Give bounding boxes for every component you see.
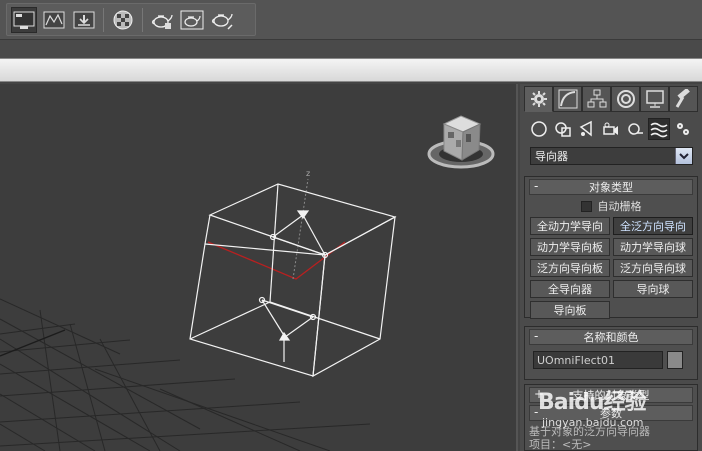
render-frame-button[interactable]: [179, 7, 205, 33]
supported-types-header[interactable]: + 支持的对象类型: [529, 387, 693, 403]
render-setup-icon: [13, 11, 35, 29]
z-axis-label: z: [306, 169, 310, 178]
render-to-file-button[interactable]: [71, 7, 97, 33]
viewcube[interactable]: [427, 115, 495, 169]
cameras-button[interactable]: [600, 118, 622, 140]
sdynaflect-button[interactable]: 动力学导向板: [530, 238, 610, 256]
collapse-toggle[interactable]: -: [534, 405, 538, 419]
light-icon: [579, 120, 592, 137]
category-dropdown-value: 导向器: [535, 150, 568, 163]
checker-sphere-icon: [113, 10, 133, 29]
command-panel-tabs: [524, 86, 698, 112]
somniflect-button[interactable]: 泛方向导向板: [530, 259, 610, 277]
supported-line-2: 项目：<无>: [529, 438, 592, 451]
supported-object-list: 基于对象的泛方向导向器 项目：<无>: [525, 423, 697, 451]
tab-modify[interactable]: [553, 86, 582, 112]
udynaflect-sphere-button[interactable]: 动力学导向球: [613, 238, 693, 256]
sdeflector-button[interactable]: 导向球: [613, 280, 693, 298]
grid-axis-line: [0, 329, 66, 357]
teapot-icon: [151, 14, 173, 29]
geometry-button[interactable]: [528, 118, 550, 140]
space-warps-button[interactable]: [648, 118, 670, 140]
active-shade-button[interactable]: [209, 7, 235, 33]
space-warp-waves-icon: [650, 122, 668, 138]
systems-gears-icon: [677, 123, 689, 135]
object-color-swatch[interactable]: [667, 351, 683, 369]
pomniflect-button[interactable]: 全泛方向导向: [613, 217, 693, 235]
auto-grid-label: 自动栅格: [597, 200, 642, 213]
render-setup-button[interactable]: [11, 6, 37, 33]
rendered-frame-button[interactable]: [41, 7, 67, 33]
name-row: UOmniFlect01: [525, 347, 697, 373]
download-frame-icon: [73, 11, 95, 28]
collapse-toggle[interactable]: -: [534, 179, 538, 193]
lights-button[interactable]: [576, 118, 598, 140]
teapot-shade-icon: [211, 13, 233, 30]
toolbar-separator: [103, 7, 104, 32]
systems-button[interactable]: [672, 118, 694, 140]
perspective-viewport[interactable]: z: [0, 84, 518, 451]
tab-create[interactable]: [524, 86, 553, 112]
tape-helper-icon: [628, 123, 643, 135]
command-panel: 导向器 - 对象类型 自动栅格 全动力学导向 全泛方向导向 动力学导向板 动力学…: [520, 84, 702, 451]
create-category-icons: [528, 118, 700, 140]
helpers-button[interactable]: [624, 118, 646, 140]
ribbon-area: [0, 40, 702, 58]
supported-line-1: 基于对象的泛方向导向器: [529, 425, 650, 438]
teapot-frame-icon: [180, 10, 204, 29]
shapes-button[interactable]: [552, 118, 574, 140]
create-gear-icon: [530, 91, 547, 107]
modify-curve-icon: [558, 89, 577, 109]
pdynaflect-button[interactable]: 全动力学导向: [530, 217, 610, 235]
object-type-rollout: - 对象类型 自动栅格 全动力学导向 全泛方向导向 动力学导向板 动力学导向球 …: [524, 176, 698, 319]
viewport-label-bar: [0, 58, 702, 82]
main-toolbar: [0, 0, 702, 40]
object-type-header[interactable]: - 对象类型: [529, 179, 693, 195]
render-toolbar-group: [6, 3, 256, 36]
camera-icon: [603, 122, 618, 135]
hammer-icon: [675, 89, 690, 108]
tab-hierarchy[interactable]: [582, 86, 611, 112]
expand-toggle[interactable]: +: [534, 387, 544, 401]
name-color-rollout: - 名称和颜色 UOmniFlect01: [524, 326, 698, 380]
category-dropdown[interactable]: 导向器: [530, 147, 693, 165]
motion-circle-icon: [616, 90, 635, 108]
auto-grid-checkbox[interactable]: [580, 200, 592, 212]
parameters-header[interactable]: - 参数: [529, 405, 693, 421]
render-production-button[interactable]: [149, 7, 175, 33]
shapes-icon: [555, 122, 571, 137]
omniflect-gizmo[interactable]: [189, 183, 397, 378]
display-monitor-icon: [645, 90, 664, 108]
collapse-toggle[interactable]: -: [534, 329, 538, 343]
chevron-down-icon[interactable]: [675, 148, 692, 164]
hierarchy-icon: [587, 89, 606, 108]
object-name-input[interactable]: UOmniFlect01: [533, 351, 663, 369]
viewport-scene: z: [0, 115, 495, 451]
udeflector-button[interactable]: 全导向器: [530, 280, 610, 298]
sphere-icon: [531, 121, 547, 137]
material-editor-button[interactable]: [110, 7, 136, 33]
tab-display[interactable]: [640, 86, 669, 112]
sphere-omniflect-button[interactable]: 泛方向导向球: [613, 259, 693, 277]
object-type-buttons: 全动力学导向 全泛方向导向 动力学导向板 动力学导向球 泛方向导向板 泛方向导向…: [525, 215, 697, 323]
deflector-button[interactable]: 导向板: [530, 301, 610, 319]
tab-motion[interactable]: [611, 86, 640, 112]
tab-utilities[interactable]: [669, 86, 698, 112]
graph-frame-icon: [43, 11, 65, 28]
toolbar-separator: [142, 7, 143, 32]
auto-grid-row[interactable]: 自动栅格: [525, 197, 697, 215]
name-color-header[interactable]: - 名称和颜色: [529, 329, 693, 345]
z-axis-line: [292, 178, 309, 280]
supported-types-rollout: + 支持的对象类型 - 参数 基于对象的泛方向导向器 项目：<无>: [524, 384, 698, 451]
